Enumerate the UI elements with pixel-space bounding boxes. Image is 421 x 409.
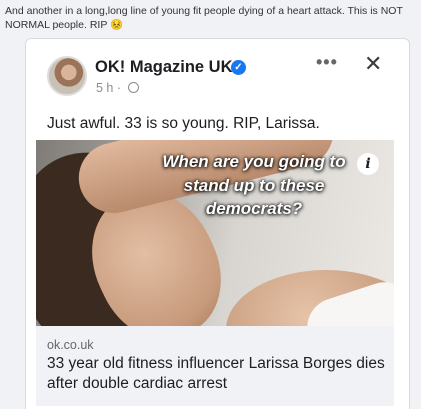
close-button[interactable]: ✕ — [364, 52, 382, 76]
post-text: Just awful. 33 is so young. RIP, Larissa… — [47, 115, 320, 132]
more-options-button[interactable]: ••• — [316, 52, 338, 73]
info-icon[interactable]: i — [357, 153, 379, 175]
link-domain: ok.co.uk — [47, 338, 94, 352]
share-caption: And another in a long,long line of young… — [5, 5, 403, 31]
page-avatar[interactable] — [47, 56, 87, 96]
page-name-link[interactable]: OK! Magazine UK — [95, 58, 233, 77]
verified-badge-icon: ✓ — [231, 60, 246, 75]
globe-icon — [128, 82, 139, 93]
post-time[interactable]: 5 h · — [96, 81, 121, 95]
image-overlay-text: When are you going to stand up to these … — [162, 152, 346, 218]
link-headline[interactable]: 33 year old fitness influencer Larissa B… — [47, 354, 387, 394]
